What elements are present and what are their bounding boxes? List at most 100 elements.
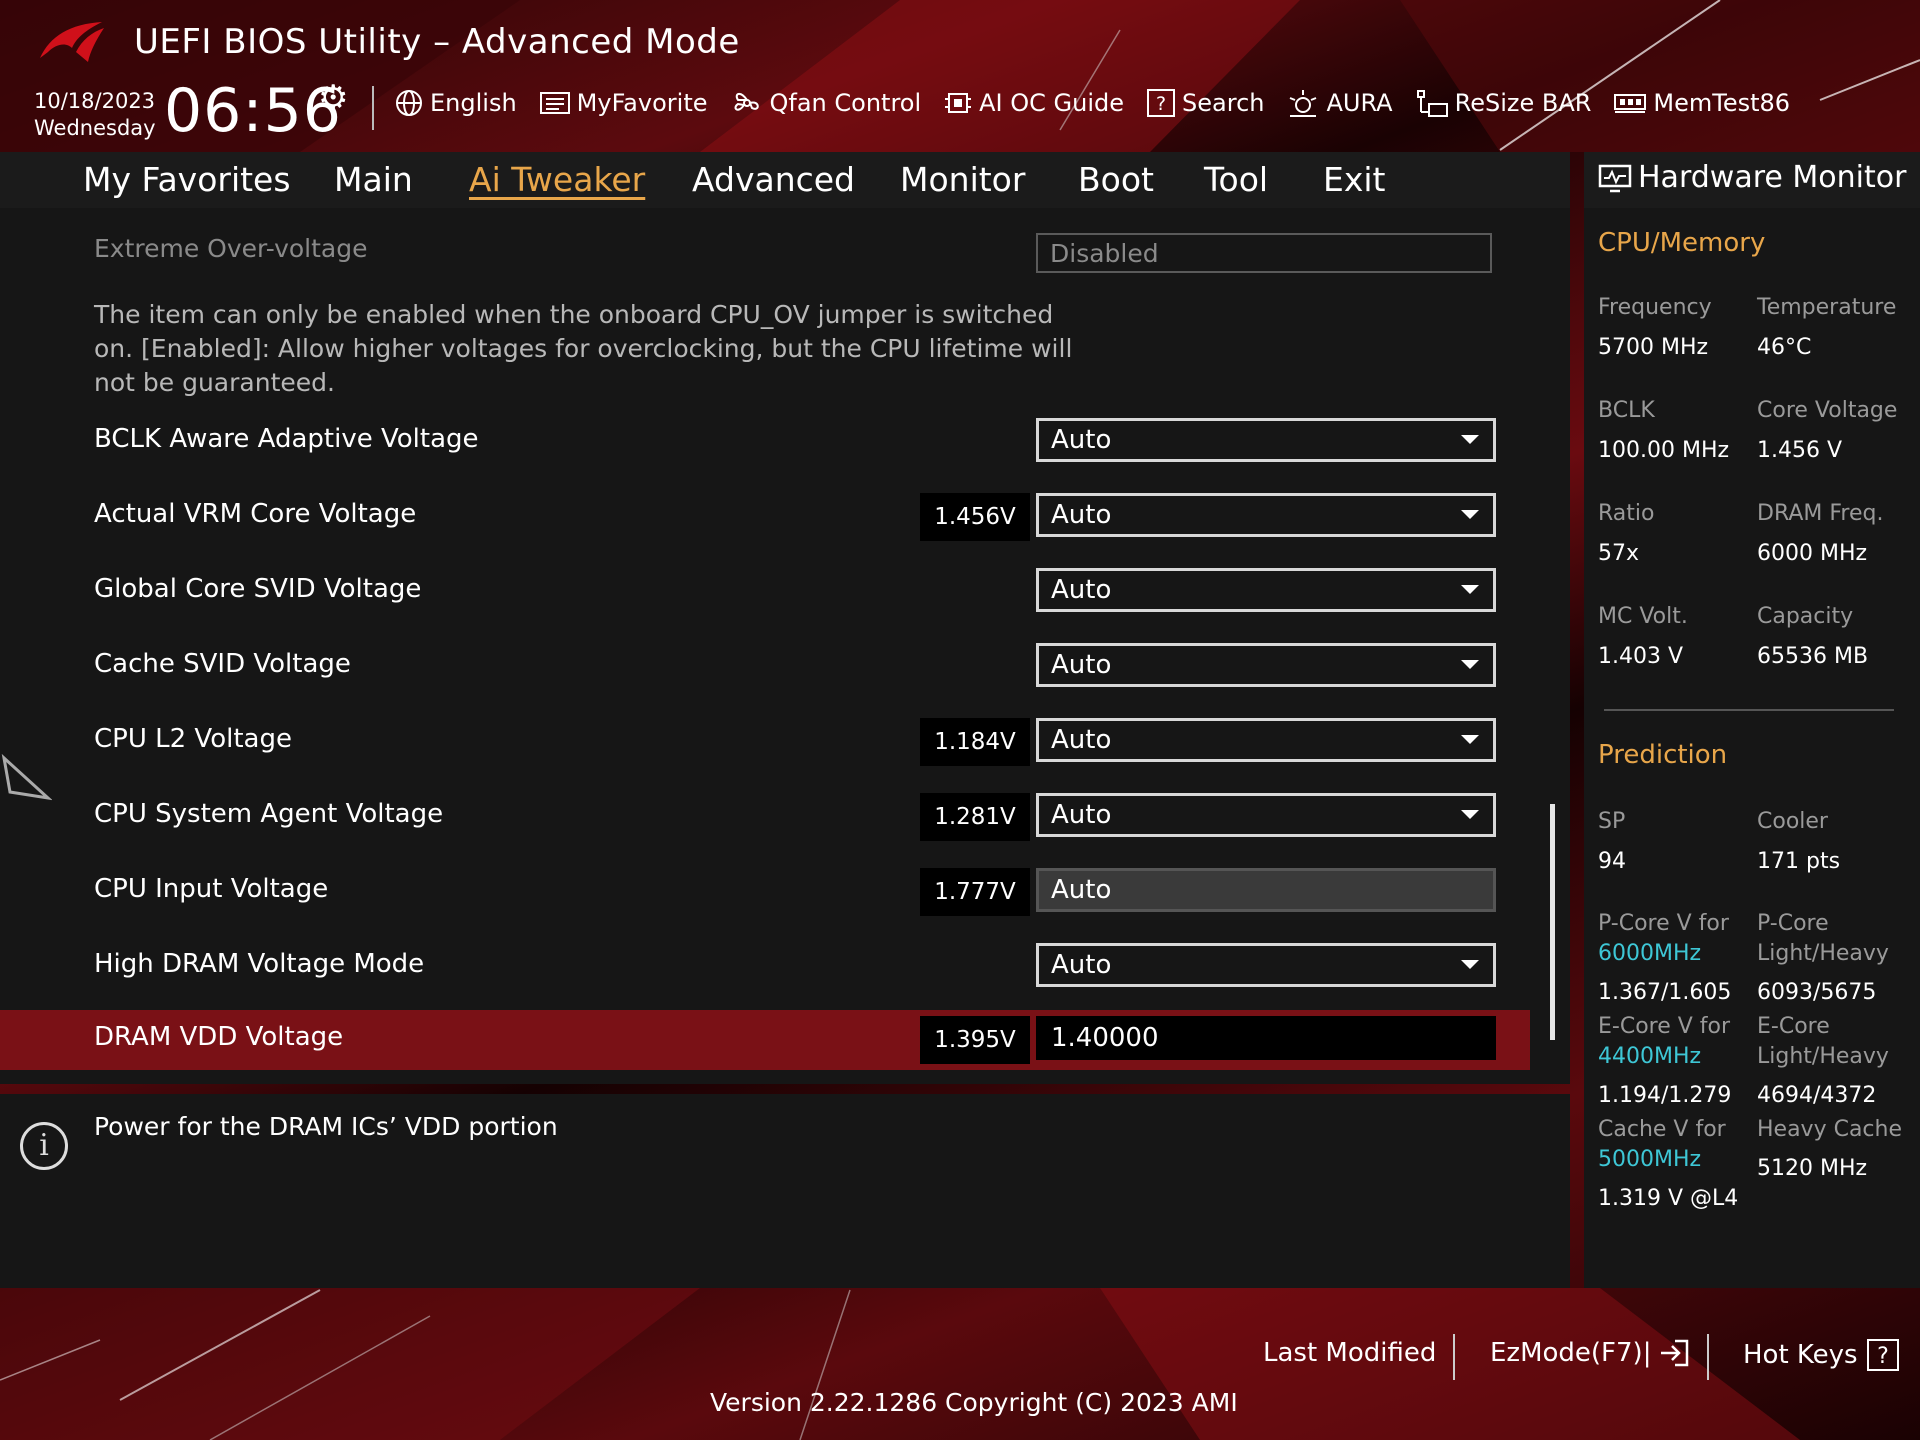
rog-logo-icon	[40, 22, 104, 62]
tab-monitor[interactable]: Monitor	[900, 160, 1025, 199]
tab-tool[interactable]: Tool	[1204, 160, 1268, 199]
extreme-ov-label: Extreme Over-voltage	[94, 234, 368, 263]
footer-divider	[1453, 1334, 1455, 1380]
dropdown-caret-icon	[1461, 660, 1479, 669]
tab-exit[interactable]: Exit	[1323, 160, 1386, 199]
dram-vdd-input[interactable]: 1.40000	[1036, 1016, 1496, 1060]
extreme-ov-field: Disabled	[1036, 233, 1492, 273]
dram-freq-value: 6000 MHz	[1757, 541, 1868, 566]
myfavorite-label: MyFavorite	[576, 89, 708, 117]
resize-bar-button[interactable]: ReSize BAR	[1415, 88, 1592, 118]
setting-row-cpu-l2[interactable]: CPU L2 Voltage 1.184V Auto	[0, 712, 1530, 772]
dropdown-caret-icon	[1461, 735, 1479, 744]
search-button[interactable]: ? Search	[1146, 88, 1264, 118]
ecore-v-freq: 4400MHz	[1598, 1044, 1702, 1069]
dropdown-value: Auto	[1051, 425, 1112, 455]
version-text: Version 2.22.1286 Copyright (C) 2023 AMI	[710, 1388, 1238, 1417]
setting-label: Global Core SVID Voltage	[94, 574, 422, 604]
bclk-aware-dropdown[interactable]: Auto	[1036, 418, 1496, 462]
high-dram-mode-dropdown[interactable]: Auto	[1036, 943, 1496, 987]
qfan-control-button[interactable]: Qfan Control	[730, 88, 921, 118]
capacity-label: Capacity	[1757, 604, 1854, 629]
tab-advanced[interactable]: Advanced	[692, 160, 855, 199]
gear-icon[interactable]: ⚙	[318, 78, 348, 118]
settings-scrollbar[interactable]	[1550, 804, 1555, 1040]
setting-label: CPU System Agent Voltage	[94, 799, 444, 829]
memtest86-button[interactable]: MemTest86	[1613, 89, 1790, 117]
frequency-label: Frequency	[1598, 295, 1712, 320]
setting-row-bclk-aware[interactable]: BCLK Aware Adaptive Voltage Auto	[0, 412, 1530, 472]
voltage-readout: 1.395V	[920, 1016, 1030, 1064]
setting-row-cpu-system-agent[interactable]: CPU System Agent Voltage 1.281V Auto	[0, 787, 1530, 847]
setting-row-actual-vrm[interactable]: Actual VRM Core Voltage 1.456V Auto	[0, 487, 1530, 547]
help-search-icon: ?	[1147, 89, 1176, 117]
core-voltage-value: 1.456 V	[1757, 438, 1843, 463]
temperature-label: Temperature	[1757, 295, 1897, 320]
global-core-svid-dropdown[interactable]: Auto	[1036, 568, 1496, 612]
mc-volt-value: 1.403 V	[1598, 644, 1684, 669]
cooler-label: Cooler	[1757, 809, 1828, 834]
setting-row-cpu-input[interactable]: CPU Input Voltage 1.777V Auto	[0, 862, 1530, 922]
cpu-memory-heading: CPU/Memory	[1598, 228, 1766, 258]
pcore-v-label-text: P-Core V for	[1598, 911, 1729, 936]
tab-ai-tweaker[interactable]: Ai Tweaker	[469, 160, 645, 199]
voltage-readout: 1.456V	[920, 493, 1030, 541]
setting-row-high-dram-mode[interactable]: High DRAM Voltage Mode Auto	[0, 937, 1530, 997]
resize-bar-label: ReSize BAR	[1454, 89, 1592, 117]
actual-vrm-dropdown[interactable]: Auto	[1036, 493, 1496, 537]
dropdown-caret-icon	[1461, 960, 1479, 969]
heavy-cache-value: 5120 MHz	[1757, 1156, 1868, 1181]
tab-boot[interactable]: Boot	[1078, 160, 1154, 199]
memtest86-label: MemTest86	[1653, 89, 1791, 117]
main-tab-bar: My Favorites Main Ai Tweaker Advanced Mo…	[0, 152, 1570, 208]
hardware-monitor-panel: Hardware Monitor CPU/Memory Frequency 57…	[1584, 152, 1920, 1288]
myfavorite-button[interactable]: MyFavorite	[539, 89, 708, 117]
header-divider	[372, 86, 374, 130]
last-modified-button[interactable]: Last Modified	[1263, 1338, 1436, 1368]
setting-row-global-core-svid[interactable]: Global Core SVID Voltage Auto	[0, 562, 1530, 622]
extreme-ov-description: The item can only be enabled when the on…	[94, 300, 1073, 397]
bclk-label: BCLK	[1598, 398, 1655, 423]
ecore-v-label: E-Core V for 4400MHz	[1598, 1012, 1730, 1072]
core-voltage-label: Core Voltage	[1757, 398, 1898, 423]
sp-label: SP	[1598, 809, 1626, 834]
header: UEFI BIOS Utility – Advanced Mode 10/18/…	[0, 0, 1920, 152]
voltage-readout: 1.281V	[920, 793, 1030, 841]
cache-svid-dropdown[interactable]: Auto	[1036, 643, 1496, 687]
cache-v-label-text: Cache V for	[1598, 1117, 1726, 1142]
dropdown-caret-icon	[1461, 510, 1479, 519]
ratio-label: Ratio	[1598, 501, 1655, 526]
pcore-v-label: P-Core V for 6000MHz	[1598, 909, 1729, 969]
fan-icon	[734, 93, 759, 111]
setting-row-cache-svid[interactable]: Cache SVID Voltage Auto	[0, 637, 1530, 697]
dropdown-caret-icon	[1461, 810, 1479, 819]
dropdown-value: Auto	[1051, 500, 1112, 530]
tab-main[interactable]: Main	[334, 160, 413, 199]
memory-module-icon	[1614, 94, 1647, 113]
weekday-text: Wednesday	[34, 116, 156, 140]
ai-oc-guide-button[interactable]: AI OC Guide	[943, 88, 1124, 118]
setting-label: High DRAM Voltage Mode	[94, 949, 425, 979]
ecore-v-label-text: E-Core V for	[1598, 1014, 1731, 1039]
date-display: 10/18/2023 Wednesday	[34, 88, 156, 142]
aura-label: AURA	[1326, 89, 1393, 117]
settings-panel: Extreme Over-voltage Disabled The item c…	[0, 208, 1570, 1084]
svg-text:?: ?	[1877, 1344, 1889, 1369]
dropdown-caret-icon	[1461, 585, 1479, 594]
tab-my-favorites[interactable]: My Favorites	[83, 160, 291, 199]
cpu-system-agent-dropdown[interactable]: Auto	[1036, 793, 1496, 837]
setting-row-dram-vdd[interactable]: DRAM VDD Voltage 1.395V 1.40000	[0, 1010, 1530, 1070]
search-label: Search	[1182, 89, 1265, 117]
date-text: 10/18/2023	[34, 89, 156, 113]
ratio-value: 57x	[1598, 541, 1640, 566]
ecore-lh-label-1: E-Core	[1757, 1014, 1830, 1039]
last-modified-label: Last Modified	[1263, 1338, 1437, 1368]
language-button[interactable]: English	[394, 88, 517, 118]
ezmode-button[interactable]: EzMode(F7)|	[1490, 1338, 1691, 1368]
hot-keys-button[interactable]: Hot Keys ?	[1743, 1338, 1900, 1372]
aura-button[interactable]: AURA	[1286, 88, 1393, 118]
cpu-input-field[interactable]: Auto	[1036, 868, 1496, 912]
voltage-readout: 1.777V	[920, 868, 1030, 916]
cpu-l2-dropdown[interactable]: Auto	[1036, 718, 1496, 762]
pcore-lh-value: 6093/5675	[1757, 980, 1877, 1005]
